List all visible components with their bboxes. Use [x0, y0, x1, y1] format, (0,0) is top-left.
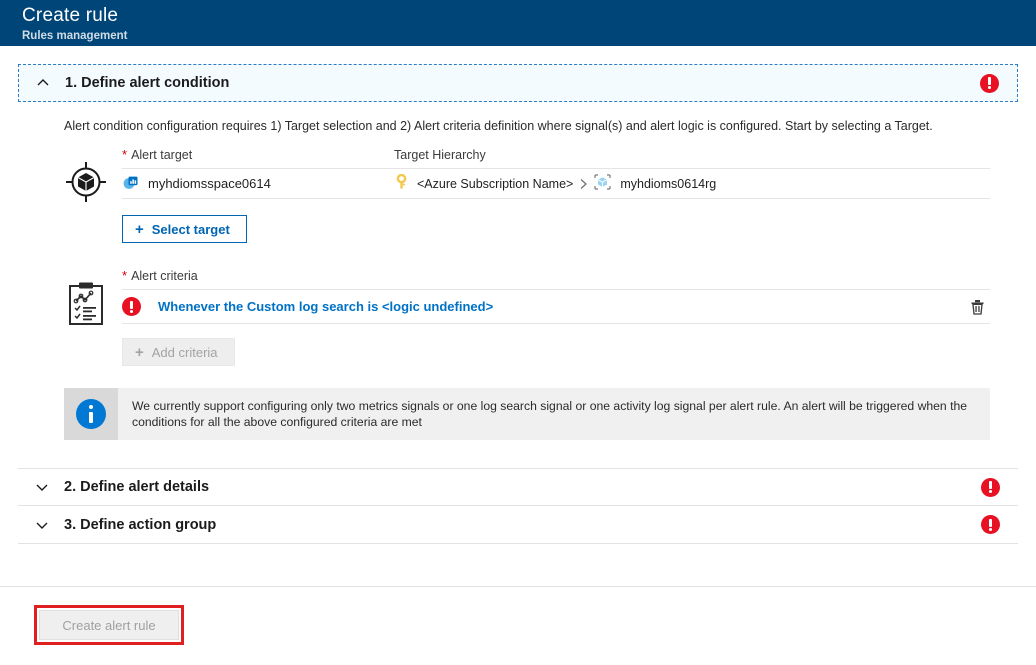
plus-icon: + [135, 345, 144, 360]
target-hierarchy-breadcrumb: <Azure Subscription Name> [394, 173, 990, 194]
resource-group-icon [593, 173, 612, 194]
alert-target-label-text: Alert target [131, 148, 192, 162]
info-banner-icon-box [64, 388, 118, 440]
chevron-down-icon [34, 517, 50, 533]
section-header-define-alert-condition[interactable]: 1. Define alert condition [18, 64, 1018, 102]
create-alert-rule-button-label: Create alert rule [62, 618, 155, 633]
page-title: Create rule [22, 4, 1036, 28]
info-banner-text: We currently support configuring only tw… [118, 388, 990, 440]
info-icon [76, 399, 106, 429]
alert-criteria-label-text: Alert criteria [131, 269, 198, 283]
select-target-button[interactable]: + Select target [122, 215, 247, 243]
spacer [18, 440, 1018, 468]
section-title-3: 3. Define action group [64, 517, 216, 533]
resource-group-name: myhdioms0614rg [620, 177, 716, 191]
error-icon-criteria [122, 297, 141, 316]
subscription-name: <Azure Subscription Name> [417, 177, 573, 191]
section-header-define-alert-details[interactable]: 2. Define alert details [18, 468, 1018, 506]
section-title-2: 2. Define alert details [64, 479, 209, 495]
log-analytics-workspace-icon [122, 174, 139, 194]
add-criteria-button[interactable]: + Add criteria [122, 338, 235, 366]
alert-criteria-icon [64, 269, 122, 366]
select-target-button-label: Select target [152, 222, 230, 237]
section-intro-text: Alert condition configuration requires 1… [18, 102, 1018, 134]
alert-target-icon [64, 148, 122, 243]
section-header-define-action-group[interactable]: 3. Define action group [18, 506, 1018, 544]
alert-target-label: * Alert target [122, 148, 394, 162]
alert-target-resource-name: myhdiomsspace0614 [148, 176, 271, 191]
error-icon-section-2 [981, 478, 1000, 497]
footer: Create alert rule [18, 587, 1018, 645]
add-criteria-button-label: Add criteria [152, 345, 218, 360]
alert-criteria-label: * Alert criteria [122, 269, 198, 283]
alert-target-block: * Alert target Target Hierarchy [18, 148, 1018, 243]
error-icon-section-3 [981, 515, 1000, 534]
footer-spacer [18, 544, 1018, 586]
create-alert-rule-highlight: Create alert rule [34, 605, 184, 645]
alert-criteria-fields: * Alert criteria Whenever the Custom log… [122, 269, 1018, 366]
page-content: 1. Define alert condition Alert conditio… [0, 64, 1036, 665]
key-icon [394, 174, 409, 193]
alert-target-resource[interactable]: myhdiomsspace0614 [122, 174, 394, 194]
app-header: Create rule Rules management [0, 0, 1036, 46]
chevron-down-icon [34, 479, 50, 495]
criteria-link[interactable]: Whenever the Custom log search is <logic… [158, 299, 493, 314]
trash-icon[interactable] [969, 298, 986, 316]
create-alert-rule-button[interactable]: Create alert rule [39, 610, 179, 640]
alert-criteria-label-row: * Alert criteria [122, 269, 990, 290]
chevron-up-icon [35, 75, 51, 91]
required-asterisk: * [122, 148, 127, 161]
plus-icon: + [135, 222, 144, 237]
section-title-1: 1. Define alert condition [65, 75, 229, 91]
info-banner: We currently support configuring only tw… [64, 388, 990, 440]
alert-target-value-row: myhdiomsspace0614 <Azure Subscription Na… [122, 169, 990, 199]
page-subtitle: Rules management [22, 29, 1036, 44]
section-body-define-alert-condition: Alert condition configuration requires 1… [18, 102, 1018, 468]
chevron-right-icon [579, 178, 588, 190]
target-hierarchy-label: Target Hierarchy [394, 148, 990, 162]
alert-target-label-row: * Alert target Target Hierarchy [122, 148, 990, 169]
required-asterisk: * [122, 269, 127, 282]
alert-target-fields: * Alert target Target Hierarchy [122, 148, 1018, 243]
criteria-list-item[interactable]: Whenever the Custom log search is <logic… [122, 290, 990, 324]
error-icon-section-1 [980, 74, 999, 93]
alert-criteria-block: * Alert criteria Whenever the Custom log… [18, 269, 1018, 366]
